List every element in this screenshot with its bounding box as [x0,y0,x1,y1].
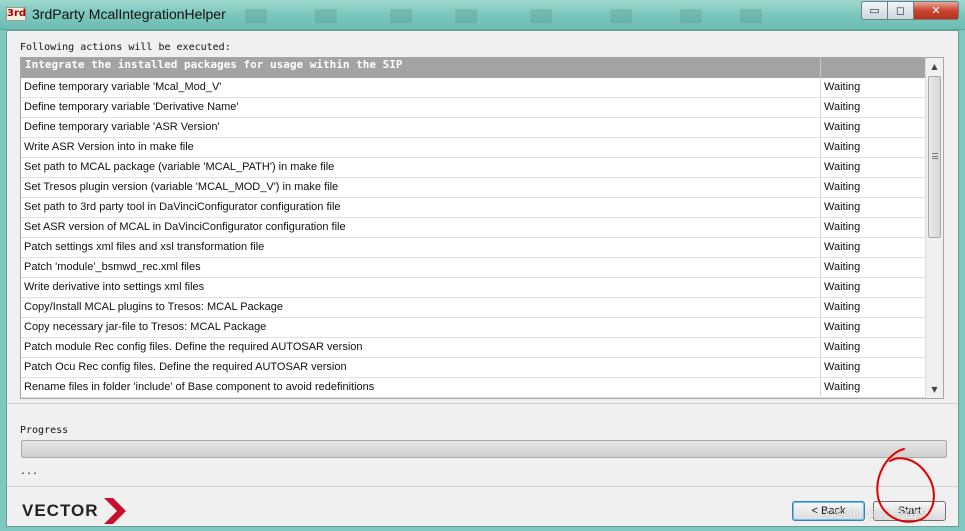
actions-header-text: Integrate the installed packages for usa… [21,58,821,78]
status-cell: Waiting [821,158,926,177]
action-cell: Define temporary variable 'Derivative Na… [21,98,821,117]
close-icon: ✕ [931,4,941,17]
table-row[interactable]: Define temporary variable 'Mcal_Mod_V' Wa… [21,78,926,98]
status-cell: Waiting [821,138,926,157]
progress-status-text: ... [20,466,39,477]
vertical-scrollbar[interactable]: ▲ ▼ [925,58,943,398]
scroll-grip-icon [932,153,938,159]
minimize-button[interactable]: ▭ [861,1,887,20]
table-row[interactable]: Define temporary variable 'ASR Version' W… [21,118,926,138]
table-row[interactable]: Set ASR version of MCAL in DaVinciConfig… [21,218,926,238]
table-row[interactable]: Set path to MCAL package (variable 'MCAL… [21,158,926,178]
action-cell: Write ASR Version into in make file [21,138,821,157]
status-cell: Waiting [821,178,926,197]
actions-intro-label: Following actions will be executed: [20,42,231,53]
title-bar[interactable]: 3rd 3rdParty McalIntegrationHelper ▭ ◻ ✕ [0,0,965,30]
action-cell: Copy necessary jar-file to Tresos: MCAL … [21,318,821,337]
background-taskbar-icon [530,9,552,23]
status-cell: Waiting [821,118,926,137]
status-cell: Waiting [821,98,926,117]
background-taskbar-icon [245,9,267,23]
table-row[interactable]: Patch module Rec config files. Define th… [21,338,926,358]
status-header-cell [821,58,926,78]
background-taskbar-icon [610,9,632,23]
action-cell: Set Tresos plugin version (variable 'MCA… [21,178,821,197]
action-cell: Set ASR version of MCAL in DaVinciConfig… [21,218,821,237]
table-row[interactable]: Set path to 3rd party tool in DaVinciCon… [21,198,926,218]
close-button[interactable]: ✕ [913,1,959,20]
window-title: 3rdParty McalIntegrationHelper [32,6,226,22]
actions-rows: Define temporary variable 'Mcal_Mod_V' Wa… [21,78,926,398]
background-taskbar-icon [455,9,477,23]
status-cell: Waiting [821,218,926,237]
vector-logo: VECTOR [22,497,126,525]
status-cell: Waiting [821,338,926,357]
scroll-thumb[interactable] [928,76,941,238]
table-row[interactable]: Patch settings xml files and xsl transfo… [21,238,926,258]
progress-label: Progress [20,425,69,436]
status-cell: Waiting [821,378,926,397]
action-cell: Define temporary variable 'ASR Version' [21,118,821,137]
action-cell: Copy/Install MCAL plugins to Tresos: MCA… [21,298,821,317]
action-cell: Set path to 3rd party tool in DaVinciCon… [21,198,821,217]
chevron-right-icon [103,498,126,524]
background-taskbar-icon [390,9,412,23]
logo-text: VECTOR [22,501,99,520]
actions-list-header: Integrate the installed packages for usa… [21,58,926,78]
table-row[interactable]: Copy necessary jar-file to Tresos: MCAL … [21,318,926,338]
maximize-icon: ◻ [895,4,906,17]
dialog-body: Following actions will be executed: Inte… [6,30,959,527]
scroll-up-arrow-icon[interactable]: ▲ [926,58,943,75]
action-cell: Patch module Rec config files. Define th… [21,338,821,357]
actions-list[interactable]: Integrate the installed packages for usa… [20,57,944,399]
table-row[interactable]: Patch Ocu Rec config files. Define the r… [21,358,926,378]
status-cell: Waiting [821,258,926,277]
status-cell: Waiting [821,278,926,297]
background-taskbar-icon [315,9,337,23]
status-cell: Waiting [821,358,926,377]
status-cell: Waiting [821,238,926,257]
status-cell: Waiting [821,78,926,97]
action-cell: Write derivative into settings xml files [21,278,821,297]
table-row[interactable]: Patch 'module'_bsmwd_rec.xml files Waitin… [21,258,926,278]
table-row[interactable]: Set Tresos plugin version (variable 'MCA… [21,178,926,198]
action-cell: Rename files in folder 'include' of Base… [21,378,821,397]
minimize-icon: ▭ [869,4,880,17]
maximize-button[interactable]: ◻ [887,1,913,20]
action-cell: Patch Ocu Rec config files. Define the r… [21,358,821,377]
window-controls: ▭ ◻ ✕ [861,1,959,20]
annotation-circle-icon [876,448,935,523]
status-cell: Waiting [821,318,926,337]
action-cell: Patch settings xml files and xsl transfo… [21,238,821,257]
action-cell: Patch 'module'_bsmwd_rec.xml files [21,258,821,277]
table-row[interactable]: Write ASR Version into in make file Waiti… [21,138,926,158]
app-icon: 3rd [6,7,27,21]
status-cell: Waiting [821,298,926,317]
table-row[interactable]: Write derivative into settings xml files… [21,278,926,298]
scroll-down-arrow-icon[interactable]: ▼ [926,381,943,398]
progress-bar [21,440,947,458]
table-row[interactable]: Copy/Install MCAL plugins to Tresos: MCA… [21,298,926,318]
table-row[interactable]: Define temporary variable 'Derivative Na… [21,98,926,118]
divider [7,486,958,487]
action-cell: Set path to MCAL package (variable 'MCAL… [21,158,821,177]
table-row[interactable]: Rename files in folder 'include' of Base… [21,378,926,398]
status-cell: Waiting [821,198,926,217]
background-taskbar-icon [740,9,762,23]
background-taskbar-icon [680,9,702,23]
action-cell: Define temporary variable 'Mcal_Mod_V' [21,78,821,97]
divider [7,403,958,404]
